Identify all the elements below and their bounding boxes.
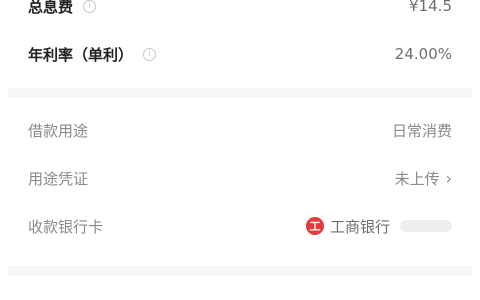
bank-card-left: 收款银行卡 [28, 216, 103, 237]
annual-rate-left: 年利率（单利） i [28, 44, 157, 65]
purpose-row: 借款用途 日常消费 [0, 110, 480, 150]
voucher-left: 用途凭证 [28, 168, 88, 189]
voucher-label: 用途凭证 [28, 169, 89, 188]
masked-card-number [400, 220, 452, 232]
voucher-right[interactable]: 未上传 › [395, 168, 452, 189]
annual-rate-label: 年利率（单利） [28, 45, 134, 64]
total-interest-left: 总息费 i [28, 0, 97, 17]
bank-card-label: 收款银行卡 [28, 217, 104, 236]
total-interest-value: ¥14.5 [409, 0, 452, 15]
voucher-row[interactable]: 用途凭证 未上传 › [0, 158, 480, 198]
loan-summary-screen: 总息费 i ¥14.5 年利率（单利） i 24.00% 借款用途 日常消费 用… [0, 0, 480, 300]
info-icon[interactable]: i [143, 47, 157, 61]
info-icon[interactable]: i [83, 0, 97, 13]
annual-rate-value: 24.00% [394, 45, 452, 63]
purpose-label: 借款用途 [28, 121, 89, 140]
annual-rate-right: 24.00% [395, 45, 452, 63]
purpose-value: 日常消费 [391, 121, 452, 140]
section-divider [8, 88, 472, 98]
annual-rate-row: 年利率（单利） i 24.00% [0, 34, 480, 74]
bank-card-right[interactable]: 工 工商银行 [305, 216, 452, 237]
total-interest-right: ¥14.5 [409, 0, 452, 15]
voucher-status[interactable]: 未上传 [395, 168, 440, 189]
total-interest-row: 总息费 i ¥14.5 [0, 0, 480, 26]
chevron-right-icon[interactable]: › [446, 169, 452, 188]
purpose-left: 借款用途 [28, 120, 88, 141]
icbc-logo-icon: 工 [305, 217, 324, 235]
purpose-right: 日常消费 [392, 120, 452, 141]
bank-card-row[interactable]: 收款银行卡 工 工商银行 [0, 206, 480, 246]
section-divider [8, 266, 472, 276]
bank-name: 工商银行 [329, 217, 390, 236]
total-interest-label: 总息费 [28, 0, 74, 16]
